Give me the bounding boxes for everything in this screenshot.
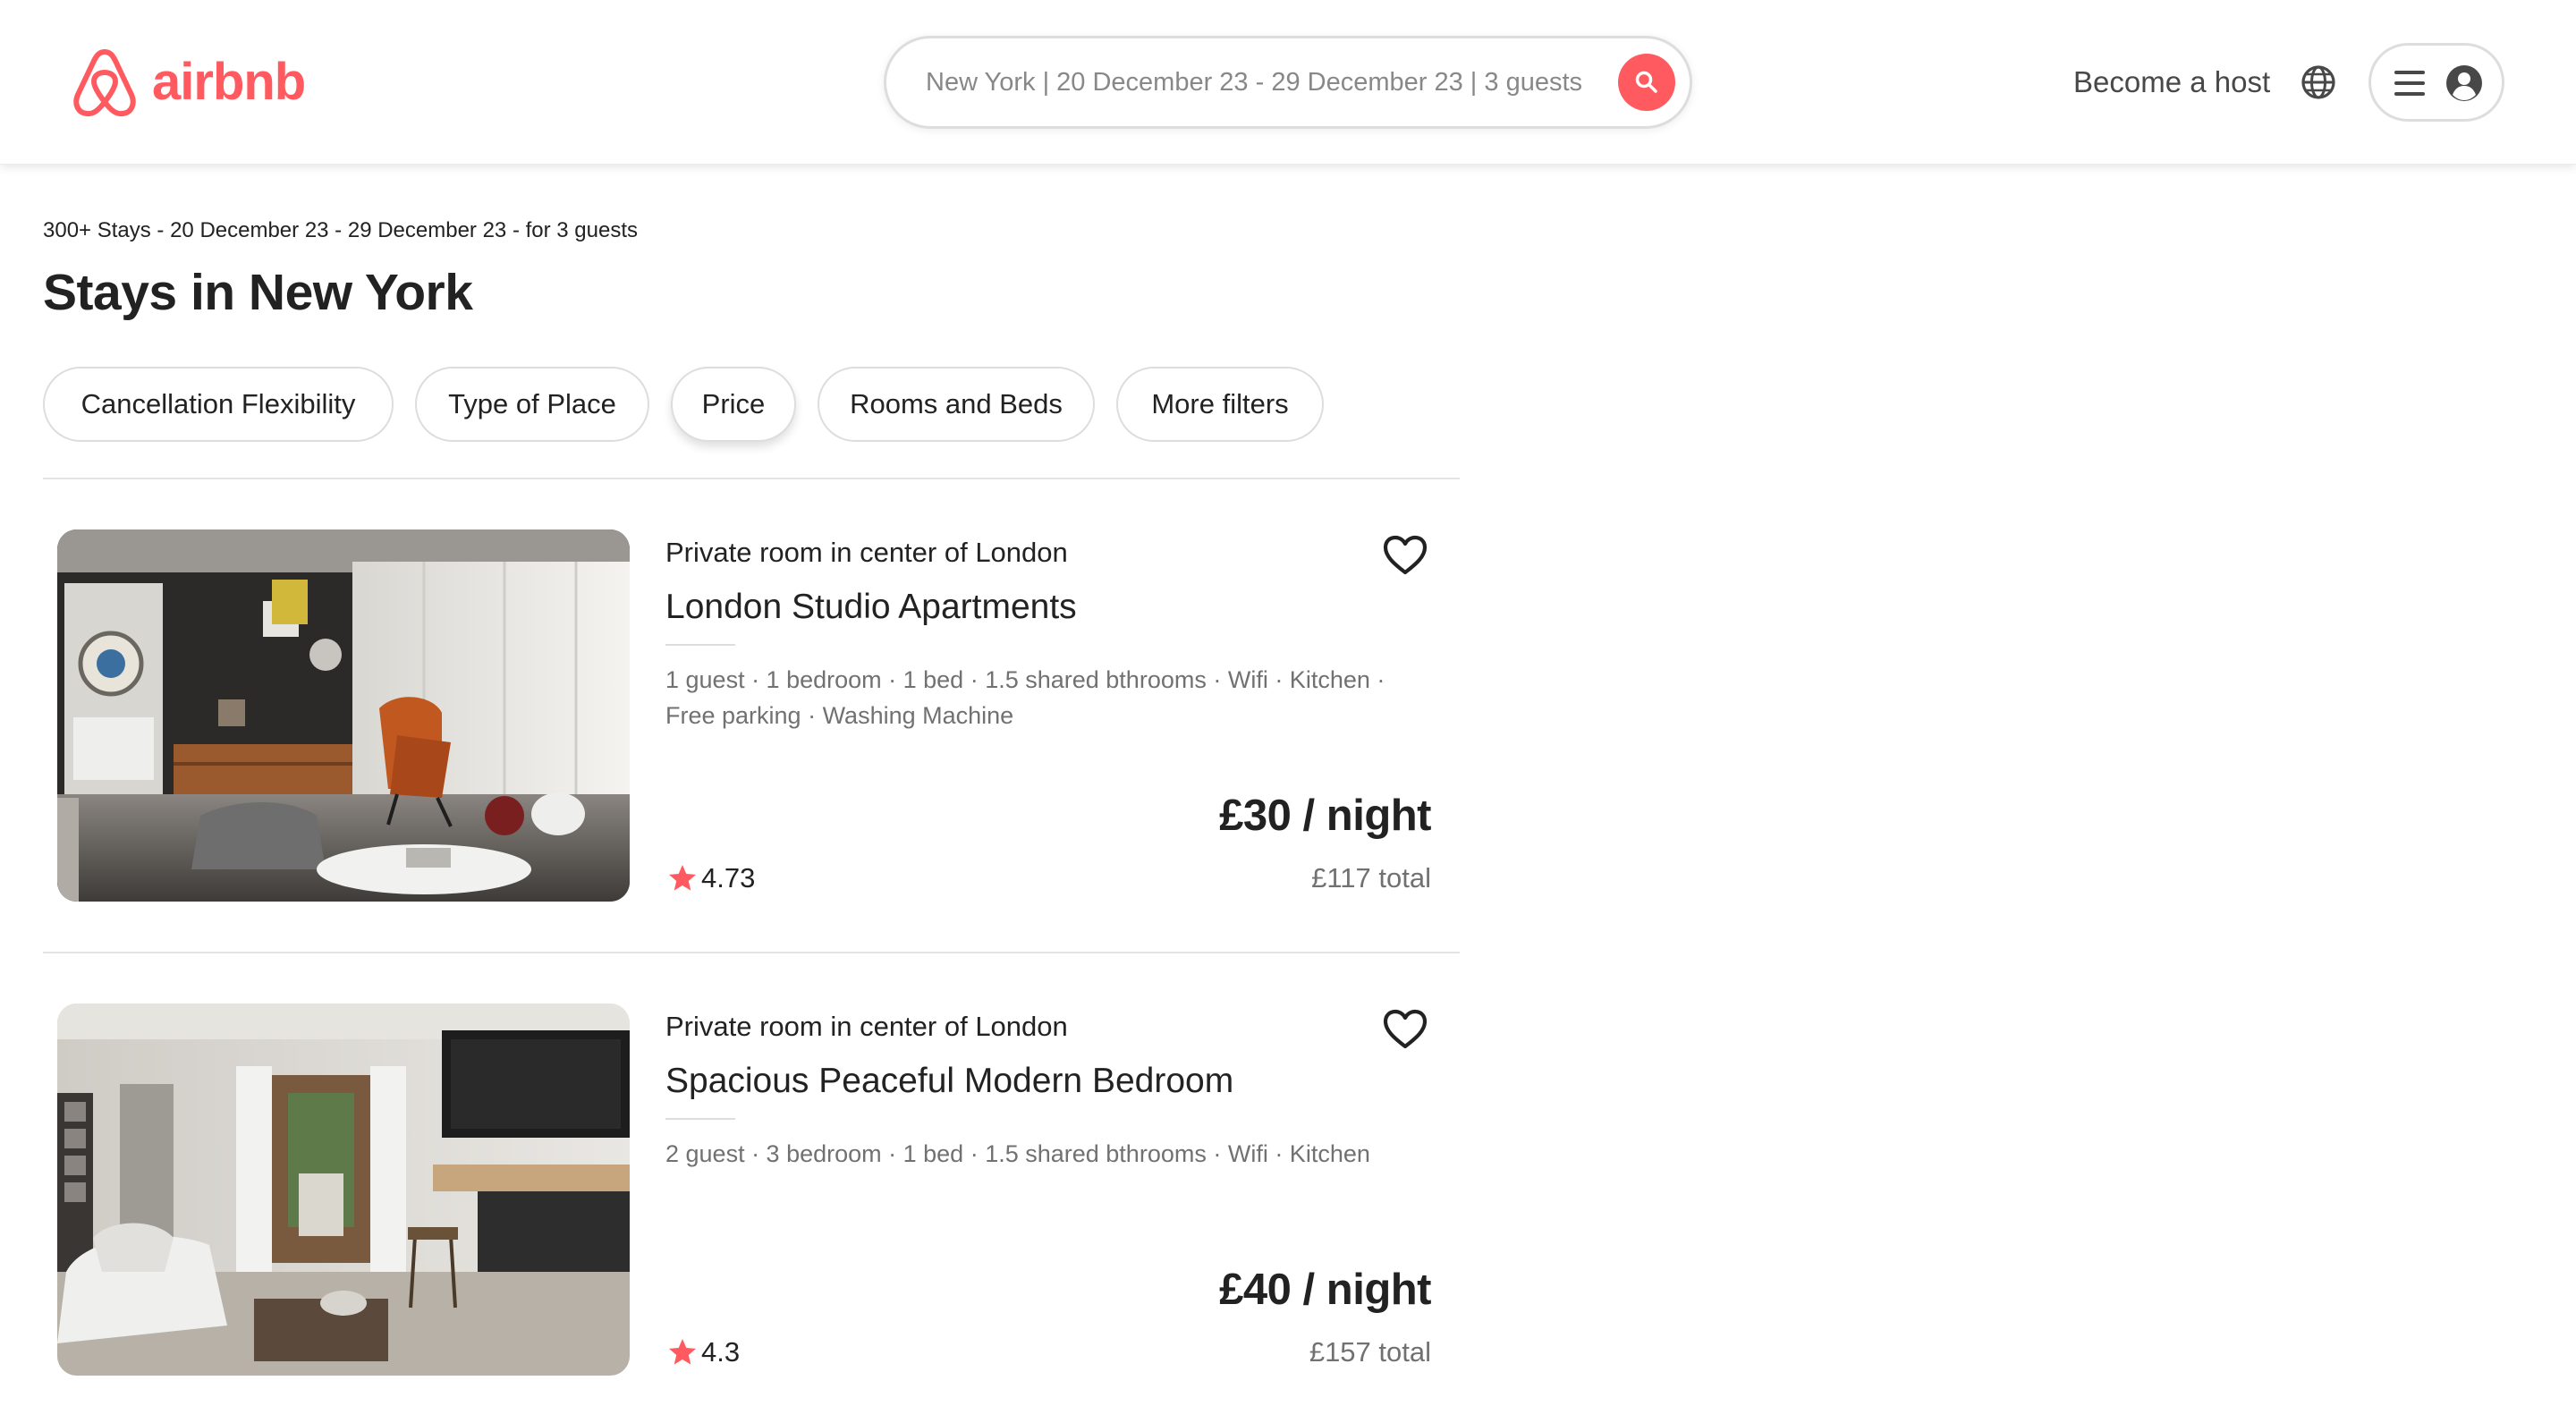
listing-card[interactable]: Private room in center of London Spaciou…: [43, 1004, 1460, 1379]
globe-icon[interactable]: [2299, 63, 2338, 102]
results-summary: 300+ Stays - 20 December 23 - 29 Decembe…: [43, 218, 639, 242]
listing-card[interactable]: Private room in center of London London …: [43, 529, 1460, 905]
listing-rating: 4.3: [667, 1334, 740, 1370]
airbnb-logo[interactable]: airbnb: [70, 45, 306, 120]
listing-type: Private room in center of London: [665, 1011, 1068, 1042]
star-icon: [669, 1339, 696, 1365]
divider: [43, 478, 1460, 479]
menu-icon: [2394, 71, 2425, 96]
page-title: Stays in New York: [43, 264, 473, 321]
filter-bar: Cancellation Flexibility Type of Place P…: [43, 367, 1460, 442]
listing-photo[interactable]: [57, 529, 630, 902]
heart-icon[interactable]: [1381, 1007, 1429, 1052]
filter-more-filters[interactable]: More filters: [1116, 367, 1324, 442]
heart-icon[interactable]: [1381, 533, 1429, 578]
rating-value: 4.3: [701, 1336, 741, 1368]
search-button[interactable]: [1618, 54, 1675, 111]
listing-price: £40 / night: [1219, 1266, 1431, 1314]
listing-title[interactable]: London Studio Apartments: [665, 585, 1077, 630]
search-summary[interactable]: New York | 20 December 23 - 29 December …: [926, 38, 1582, 126]
listing-price: £30 / night: [1219, 792, 1431, 840]
listing-separator: [665, 644, 735, 646]
filter-price[interactable]: Price: [671, 367, 796, 442]
listing-rating: 4.73: [667, 860, 755, 896]
become-a-host-link[interactable]: Become a host: [2073, 63, 2270, 102]
modern-living-room-photo: [57, 1004, 630, 1376]
filter-cancellation-flexibility[interactable]: Cancellation Flexibility: [43, 367, 394, 442]
listing-separator: [665, 1118, 735, 1120]
filter-rooms-and-beds[interactable]: Rooms and Beds: [818, 367, 1095, 442]
listing-type: Private room in center of London: [665, 537, 1068, 568]
rating-value: 4.73: [701, 862, 756, 894]
listing-amenities: 2 guest · 3 bedroom · 1 bed · 1.5 shared…: [665, 1140, 1370, 1167]
studio-apartment-photo: [57, 529, 630, 902]
brand-name: airbnb: [152, 53, 306, 111]
divider: [43, 952, 1460, 953]
listing-photo[interactable]: [57, 1004, 630, 1376]
listing-total: £117 total: [1311, 862, 1431, 894]
search-bar[interactable]: New York | 20 December 23 - 29 December …: [884, 36, 1692, 129]
user-icon: [2446, 65, 2482, 101]
listing-total: £157 total: [1309, 1336, 1431, 1368]
filter-type-of-place[interactable]: Type of Place: [415, 367, 649, 442]
user-menu-button[interactable]: [2368, 43, 2504, 122]
top-navigation-bar: airbnb New York | 20 December 23 - 29 De…: [0, 0, 2576, 165]
airbnb-belo-icon: [73, 49, 136, 117]
search-icon: [1635, 71, 1657, 93]
star-icon: [669, 865, 696, 891]
listing-title[interactable]: Spacious Peaceful Modern Bedroom: [665, 1059, 1233, 1104]
listing-amenities: 1 guest · 1 bedroom · 1 bed · 1.5 shared…: [665, 666, 1385, 729]
